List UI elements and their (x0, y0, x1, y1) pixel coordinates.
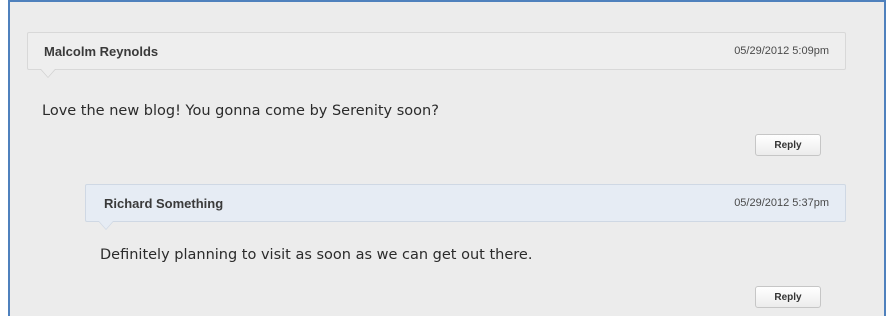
comment-thread: Malcolm Reynolds 05/29/2012 5:09pm Love … (8, 0, 886, 316)
reply-comment-author: Richard Something (104, 195, 224, 211)
reply-comment-reply-button[interactable]: Reply (755, 286, 821, 308)
reply-comment-header: Richard Something 05/29/2012 5:37pm (85, 184, 846, 222)
reply-button[interactable]: Reply (755, 134, 821, 156)
comment-header: Malcolm Reynolds 05/29/2012 5:09pm (27, 32, 846, 70)
reply-speech-pointer-fill (99, 221, 113, 229)
reply-comment-body: Definitely planning to visit as soon as … (100, 247, 533, 263)
comment-author: Malcolm Reynolds (44, 43, 159, 59)
comment-timestamp: 05/29/2012 5:09pm (734, 45, 829, 57)
reply-comment-timestamp: 05/29/2012 5:37pm (734, 197, 829, 209)
speech-pointer-fill (41, 69, 55, 77)
comment-body: Love the new blog! You gonna come by Ser… (42, 103, 439, 119)
